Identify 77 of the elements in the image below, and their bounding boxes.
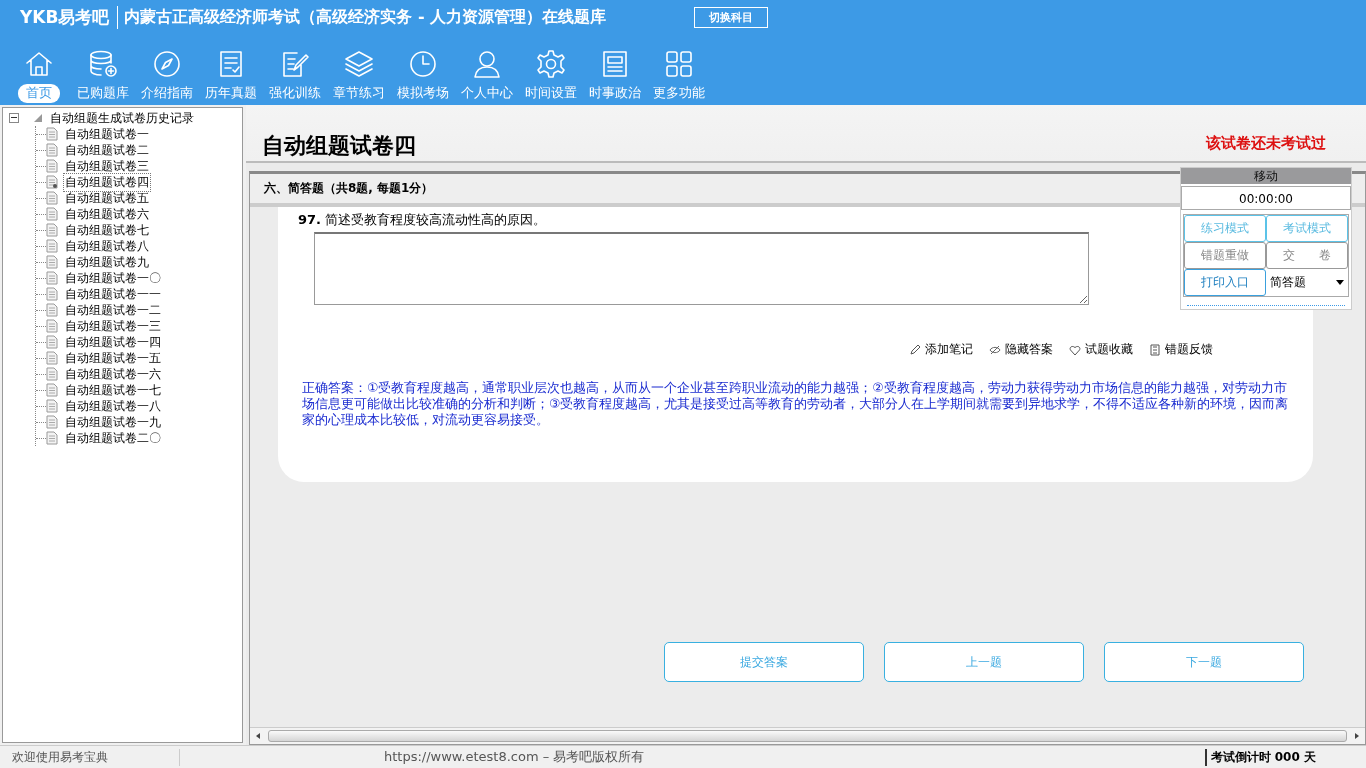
tree-item[interactable]: 自动组题试卷一四 — [64, 333, 162, 351]
panel-button[interactable]: 打印入口 — [1184, 269, 1266, 296]
panel-header: 移动 — [1181, 168, 1351, 184]
tree-item[interactable]: 自动组题试卷一 — [64, 125, 150, 143]
clock-icon — [407, 48, 439, 80]
pencil-icon — [909, 343, 921, 356]
tree-item[interactable]: 自动组题试卷四 — [64, 173, 150, 191]
tree-item[interactable]: 自动组题试卷九 — [64, 253, 150, 271]
tree-item[interactable]: 自动组题试卷五 — [64, 189, 150, 207]
tree-item[interactable]: 自动组题试卷一六 — [64, 365, 162, 383]
tree-item[interactable]: 自动组题试卷一八 — [64, 397, 162, 415]
copyright-text: https://www.etest8.com – 易考吧版权所有 — [384, 748, 645, 766]
document-icon — [46, 239, 58, 253]
type-dropdown[interactable]: 简答题 — [1266, 269, 1348, 296]
action-link[interactable]: 隐藏答案 — [989, 341, 1053, 358]
document-pin-icon — [46, 175, 58, 189]
question-text: 97. 简述受教育程度较高流动性高的原因。 — [298, 211, 547, 229]
tree-item[interactable]: 自动组题试卷一七 — [64, 381, 162, 399]
tree-item[interactable]: 自动组题试卷二〇 — [64, 429, 162, 447]
layers-icon — [343, 48, 375, 80]
document-icon — [46, 319, 58, 333]
document-icon — [46, 367, 58, 381]
gear-icon — [535, 48, 567, 80]
database-icon — [87, 48, 119, 80]
tree-item[interactable]: 自动组题试卷一一 — [64, 285, 162, 303]
countdown-text: 考试倒计时 000 天 — [1204, 748, 1316, 766]
scroll-thumb[interactable] — [268, 730, 1347, 742]
heart-icon — [1069, 343, 1081, 356]
document-icon — [46, 271, 58, 285]
document-icon — [46, 335, 58, 349]
action-link[interactable]: 试题收藏 — [1069, 341, 1133, 358]
tree-item[interactable]: 自动组题试卷八 — [64, 237, 150, 255]
document-icon — [46, 399, 58, 413]
tree-item[interactable]: 自动组题试卷一五 — [64, 349, 162, 367]
tree-item[interactable]: 自动组题试卷一三 — [64, 317, 162, 335]
timer: 00:00:00 — [1181, 186, 1351, 210]
document-icon — [46, 143, 58, 157]
paper-status: 该试卷还未考试过 — [1206, 134, 1326, 153]
tree-item[interactable]: 自动组题试卷六 — [64, 205, 150, 223]
answer-box[interactable] — [314, 232, 1089, 305]
panel-button[interactable]: 错题重做 — [1184, 242, 1266, 269]
document-icon — [46, 383, 58, 397]
tree-item[interactable]: 自动组题试卷三 — [64, 157, 150, 175]
tree-item[interactable]: 自动组题试卷二 — [64, 141, 150, 159]
tree-item[interactable]: 自动组题试卷七 — [64, 221, 150, 239]
action-link[interactable]: 错题反馈 — [1149, 341, 1213, 358]
logo: YKB易考吧 — [20, 6, 119, 29]
welcome-text: 欢迎使用易考宝典 — [0, 748, 180, 766]
compass-icon — [151, 48, 183, 80]
panel-button[interactable]: 交 卷 — [1266, 242, 1348, 269]
document-icon — [46, 303, 58, 317]
user-icon — [471, 48, 503, 80]
document-icon — [46, 287, 58, 301]
document-icon — [46, 159, 58, 173]
app-title: 内蒙古正高级经济师考试（高级经济实务 - 人力资源管理）在线题库 — [124, 7, 608, 28]
document-icon — [46, 351, 58, 365]
document-icon — [46, 191, 58, 205]
document-icon — [46, 223, 58, 237]
horizontal-scrollbar[interactable] — [250, 727, 1365, 744]
document-icon — [46, 255, 58, 269]
collapse-toggle[interactable] — [9, 113, 19, 123]
document-icon — [46, 415, 58, 429]
tree-item[interactable]: 自动组题生成试卷历史记录 — [49, 109, 195, 127]
tree-item[interactable]: 自动组题试卷一九 — [64, 413, 162, 431]
correct-answer: 正确答案：①受教育程度越高，通常职业层次也越高，从而从一个企业甚至跨职业流动的能力越强；②受教育程度越高，劳动力获得劳动力市场信息的能力越强，对劳动力市场信息更可能做出比较准确的分析和判断；③受教育程度越高，尤其是接受过高等教育的劳动者，大部分人在上学期间就需要到异地求学，不得不适应各种新的环境，因而离家的心理成本比较低，对流动更容易接受。 — [302, 380, 1289, 428]
grid-icon — [663, 48, 695, 80]
eye-icon — [989, 343, 1001, 356]
scroll-right-icon[interactable] — [1353, 732, 1361, 740]
tree-item[interactable]: 自动组题试卷一二 — [64, 301, 162, 319]
document-icon — [46, 207, 58, 221]
tree-item[interactable]: 自动组题试卷一〇 — [64, 269, 162, 287]
document-icon — [46, 431, 58, 445]
scroll-left-icon[interactable] — [254, 732, 262, 740]
action-link[interactable]: 添加笔记 — [909, 341, 973, 358]
paper-title: 自动组题试卷四 — [262, 132, 416, 160]
caret-icon — [1336, 280, 1344, 285]
document-icon — [46, 127, 58, 141]
